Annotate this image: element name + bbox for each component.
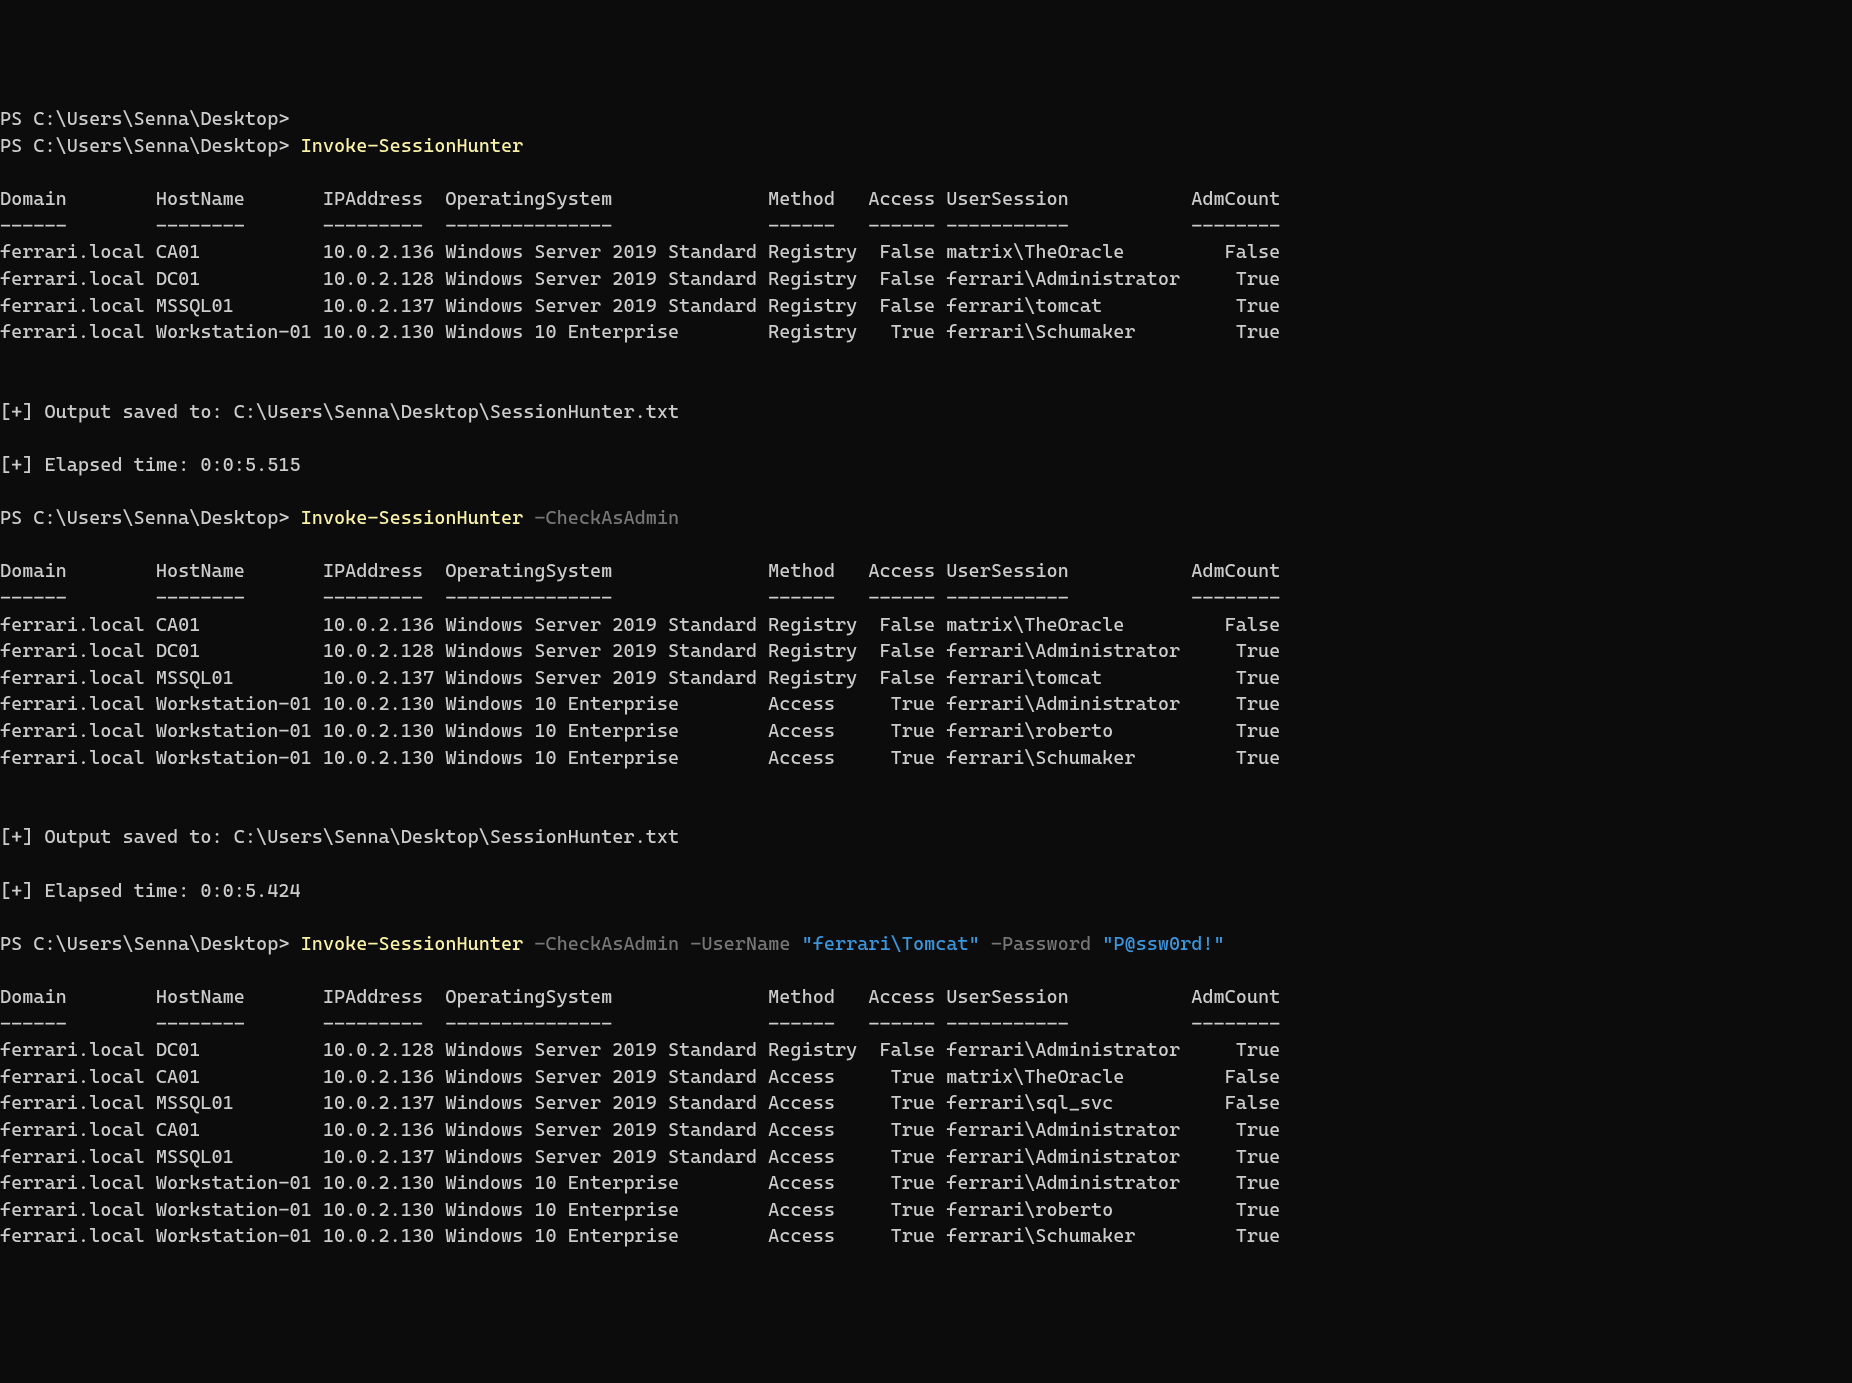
table-2-header: Domain HostName IPAddress OperatingSyste… <box>0 560 1280 582</box>
value-password: "P@ssw0rd!" <box>1102 933 1224 955</box>
table-1-header: Domain HostName IPAddress OperatingSyste… <box>0 188 1280 210</box>
command-3: Invoke-SessionHunter <box>301 933 524 955</box>
elapsed-time-2: [+] Elapsed time: 0:0:5.424 <box>0 880 301 902</box>
output-saved-1: [+] Output saved to: C:\Users\Senna\Desk… <box>0 401 679 423</box>
table-2-separator: ------ -------- --------- --------------… <box>0 587 1280 609</box>
param-checkasadmin-1: -CheckAsAdmin <box>534 507 679 529</box>
param-checkasadmin-2: -CheckAsAdmin <box>534 933 679 955</box>
table-3-separator: ------ -------- --------- --------------… <box>0 1013 1280 1035</box>
table-1-body: ferrari.local CA01 10.0.2.136 Windows Se… <box>0 241 1280 343</box>
table-2-body: ferrari.local CA01 10.0.2.136 Windows Se… <box>0 614 1280 769</box>
command-1: Invoke-SessionHunter <box>301 135 524 157</box>
command-2: Invoke-SessionHunter <box>301 507 524 529</box>
value-username: "ferrari\Tomcat" <box>802 933 980 955</box>
truncated-previous-line: PS C:\Users\Senna\Desktop> <box>0 108 289 130</box>
elapsed-time-1: [+] Elapsed time: 0:0:5.515 <box>0 454 301 476</box>
table-3-header: Domain HostName IPAddress OperatingSyste… <box>0 986 1280 1008</box>
output-saved-2: [+] Output saved to: C:\Users\Senna\Desk… <box>0 826 679 848</box>
param-username: -UserName <box>690 933 790 955</box>
prompt-1: PS C:\Users\Senna\Desktop> <box>0 135 289 157</box>
terminal-output[interactable]: PS C:\Users\Senna\Desktop> PS C:\Users\S… <box>0 106 1852 1250</box>
prompt-3: PS C:\Users\Senna\Desktop> <box>0 933 289 955</box>
param-password: -Password <box>991 933 1091 955</box>
table-3-body: ferrari.local DC01 10.0.2.128 Windows Se… <box>0 1039 1280 1247</box>
table-1-separator: ------ -------- --------- --------------… <box>0 215 1280 237</box>
prompt-2: PS C:\Users\Senna\Desktop> <box>0 507 289 529</box>
